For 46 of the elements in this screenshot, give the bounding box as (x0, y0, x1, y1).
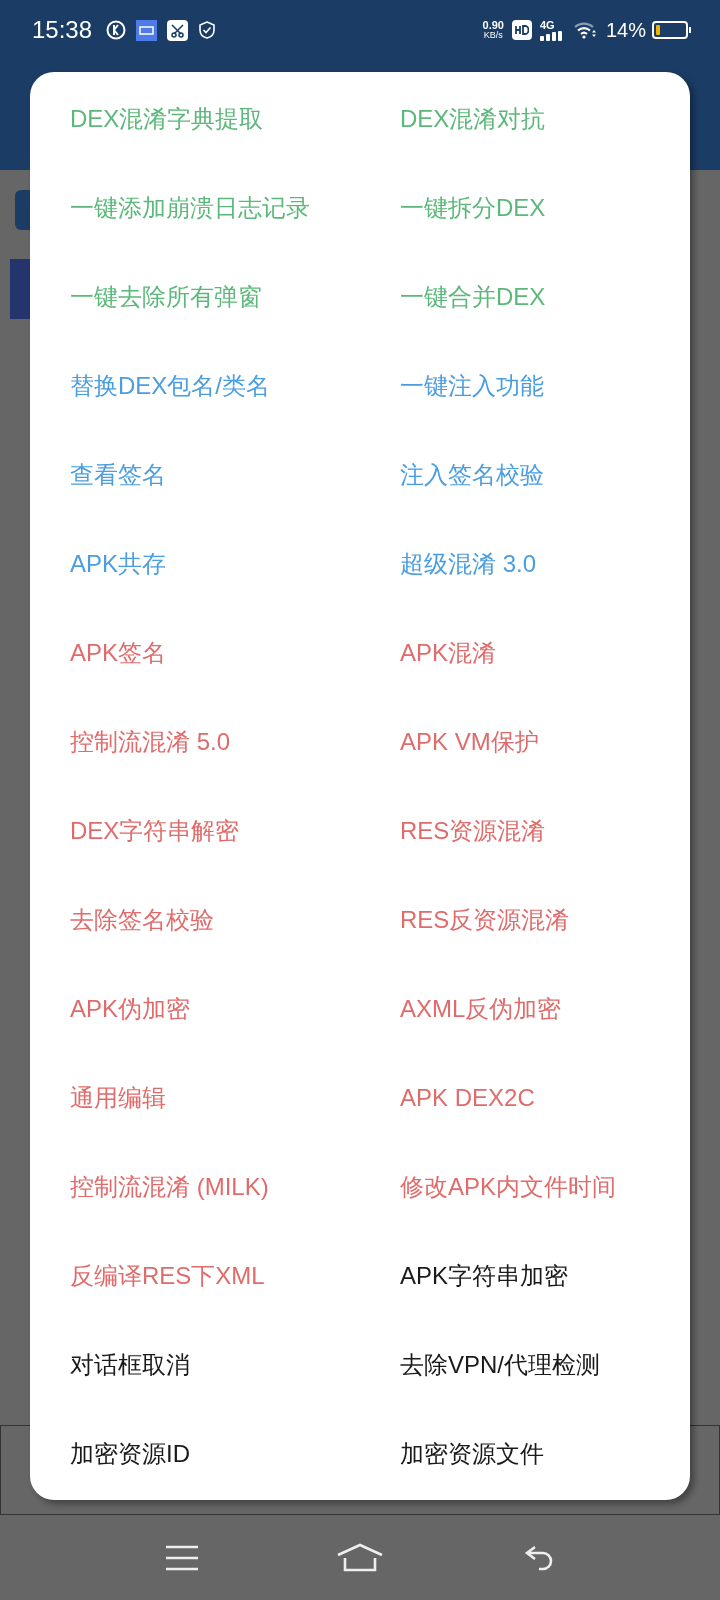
menu-item[interactable]: 超级混淆 3.0 (400, 545, 537, 582)
scissors-app-icon (167, 19, 189, 41)
menu-item[interactable]: APK伪加密 (70, 990, 191, 1027)
menu-item[interactable]: 加密资源文件 (400, 1435, 544, 1472)
menu-item[interactable]: APK字符串加密 (400, 1257, 569, 1294)
menu-item[interactable]: RES反资源混淆 (400, 901, 570, 938)
hd-icon (511, 20, 532, 40)
wifi-icon (573, 21, 598, 39)
menu-item[interactable]: 注入签名校验 (400, 456, 544, 493)
home-icon[interactable] (336, 1542, 384, 1573)
menu-item[interactable]: 加密资源ID (70, 1435, 190, 1472)
menu-item[interactable]: DEX混淆对抗 (400, 100, 546, 137)
network-speed: 0.90 (482, 20, 504, 31)
battery-icon (652, 21, 688, 39)
menu-item[interactable]: 通用编辑 (70, 1079, 166, 1116)
menu-item[interactable]: 去除VPN/代理检测 (400, 1346, 600, 1383)
menu-icon[interactable] (165, 1544, 199, 1571)
menu-item[interactable]: APK签名 (70, 634, 167, 671)
menu-item[interactable]: 对话框取消 (70, 1346, 190, 1383)
menu-item[interactable]: AXML反伪加密 (400, 990, 562, 1027)
menu-item[interactable]: APK VM保护 (400, 723, 539, 760)
network-type: 4G (539, 19, 555, 31)
menu-item[interactable]: 控制流混淆 (MILK) (70, 1168, 269, 1205)
menu-item[interactable]: RES资源混淆 (400, 812, 546, 849)
menu-item[interactable]: 一键注入功能 (400, 367, 544, 404)
menu-item[interactable]: DEX混淆字典提取 (70, 100, 264, 137)
battery-percent: 14% (605, 18, 646, 43)
network-speed-unit: KB/s (483, 31, 503, 40)
menu-item[interactable]: 一键添加崩溃日志记录 (70, 189, 310, 226)
menu-item[interactable]: APK共存 (70, 545, 167, 582)
menu-item[interactable]: 去除签名校验 (70, 901, 214, 938)
menu-item[interactable]: DEX字符串解密 (70, 812, 240, 849)
clock-time: 15:38 (32, 15, 93, 45)
signal-icon (539, 30, 564, 41)
menu-item[interactable]: 查看签名 (70, 456, 166, 493)
menu-item[interactable]: 修改APK内文件时间 (400, 1168, 617, 1205)
shield-icon (198, 20, 217, 40)
menu-item[interactable]: APK DEX2C (400, 1079, 535, 1116)
menu-item[interactable]: APK混淆 (400, 634, 497, 671)
menu-item[interactable]: 替换DEX包名/类名 (70, 367, 270, 404)
menu-item[interactable]: 一键合并DEX (400, 278, 546, 315)
menu-item[interactable]: 一键拆分DEX (400, 189, 546, 226)
menu-item[interactable]: 一键去除所有弹窗 (70, 278, 262, 315)
k-circle-icon (106, 20, 127, 40)
menu-item[interactable]: 反编译RES下XML (70, 1257, 265, 1294)
menu-item[interactable]: 控制流混淆 5.0 (70, 723, 231, 760)
